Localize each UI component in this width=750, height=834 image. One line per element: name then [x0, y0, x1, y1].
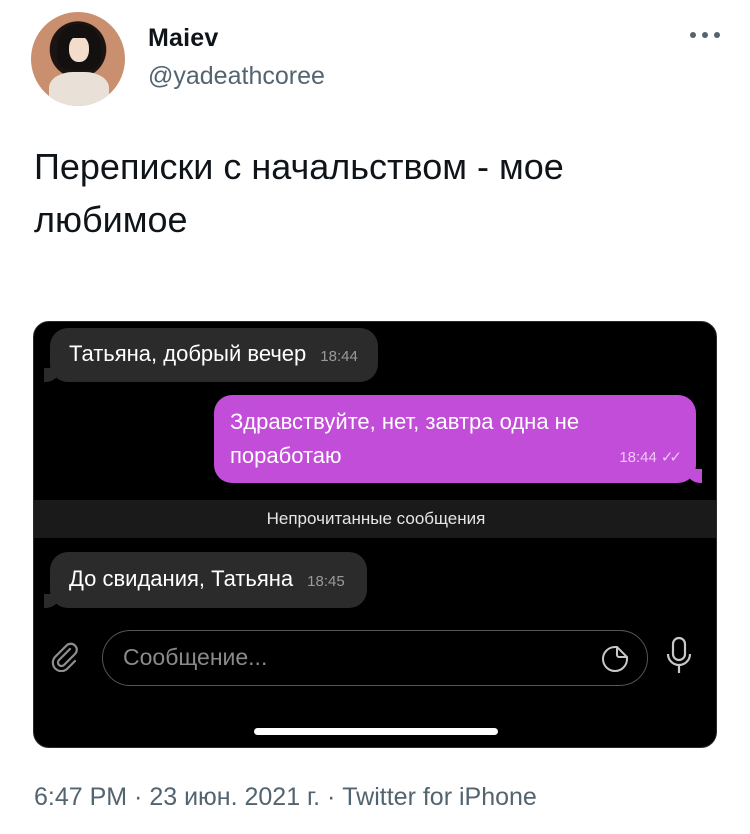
message-time: 18:45	[307, 573, 345, 590]
message-input[interactable]: Сообщение...	[102, 630, 648, 686]
attach-icon[interactable]	[48, 640, 80, 672]
message-input-row: Сообщение...	[34, 626, 716, 686]
bubble-tail	[44, 594, 60, 608]
bubble-tail	[44, 368, 60, 382]
message-text: Здравствуйте, нет, завтра одна не порабо…	[230, 409, 580, 468]
mic-icon[interactable]	[664, 636, 694, 676]
incoming-message: До свидания, Татьяна 18:45	[44, 552, 367, 608]
message-time: 18:44	[320, 348, 358, 365]
tweet-meta: 6:47 PM · 23 июн. 2021 г. · Twitter for …	[34, 783, 537, 811]
avatar-bangs	[63, 26, 95, 38]
attached-screenshot[interactable]: Татьяна, добрый вечер 18:44 Здравствуйте,…	[33, 321, 717, 748]
unread-divider: Непрочитанные сообщения	[34, 500, 716, 538]
avatar-body	[49, 72, 109, 106]
home-indicator	[254, 728, 498, 735]
outgoing-message: Здравствуйте, нет, завтра одна не порабо…	[214, 395, 702, 483]
more-icon[interactable]	[690, 32, 720, 40]
incoming-message: Татьяна, добрый вечер 18:44	[44, 328, 378, 382]
message-time: 18:44	[619, 449, 657, 466]
bubble-tail	[686, 469, 702, 483]
display-name[interactable]: Maiev	[148, 24, 218, 53]
double-check-icon: ✓✓	[660, 449, 682, 466]
avatar[interactable]	[31, 12, 125, 106]
message-time-status: 18:44 ✓✓	[619, 441, 682, 475]
message-text: Татьяна, добрый вечер	[69, 341, 307, 366]
sticker-icon[interactable]	[600, 644, 630, 674]
tweet-text: Переписки с начальством - мое любимое	[34, 146, 564, 240]
message-text: До свидания, Татьяна	[69, 566, 294, 591]
avatar-face	[69, 36, 89, 62]
user-handle[interactable]: @yadeathcoree	[148, 62, 325, 91]
